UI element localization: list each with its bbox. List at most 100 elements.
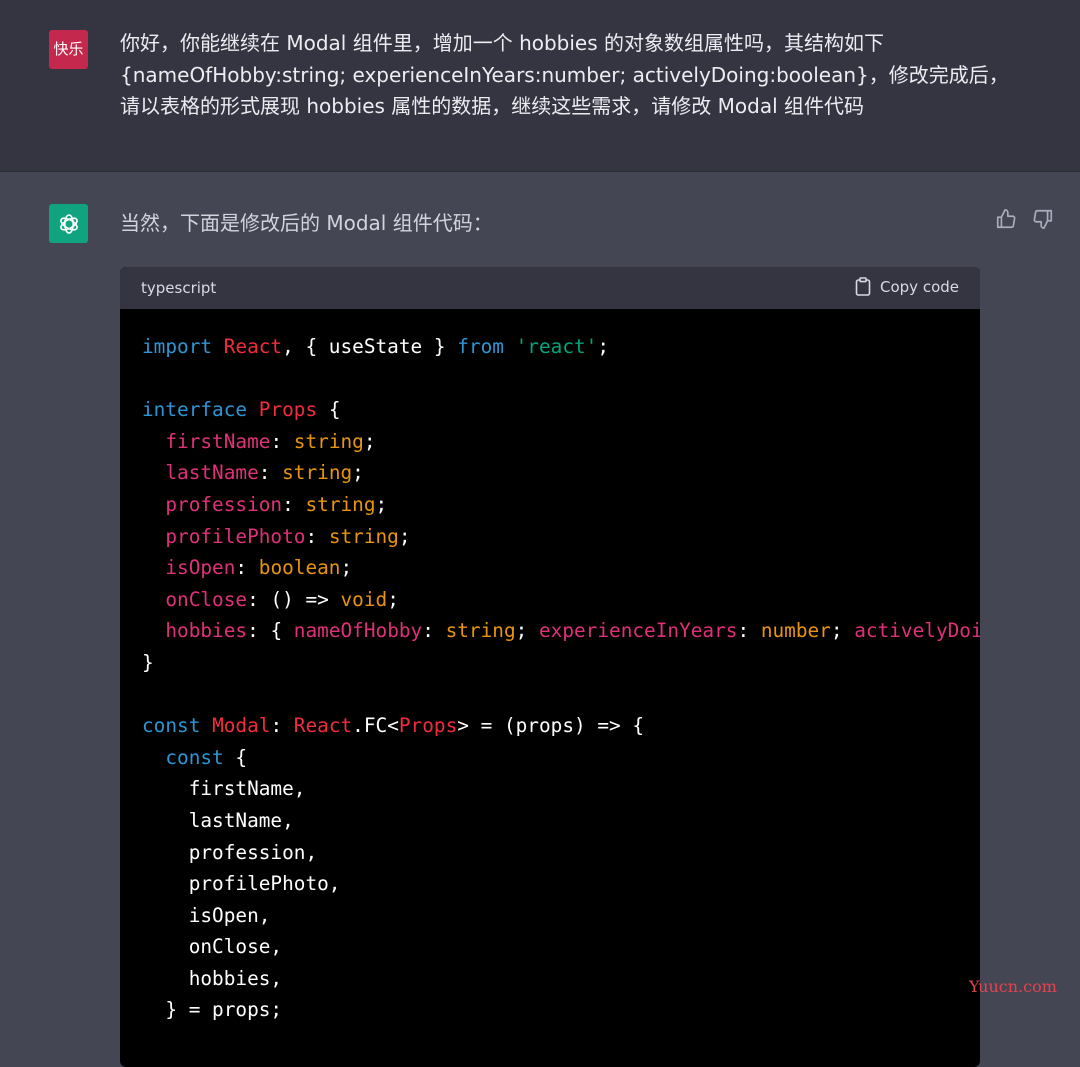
code-line: } = props; [120,994,980,1026]
code-token: interface [142,398,248,422]
code-token: profilePhoto [165,524,306,548]
code-token: : [422,619,446,643]
code-body: import React, { useState } from 'react';… [120,309,980,1067]
user-message-line: 你好，你能继续在 Modal 组件里，增加一个 hobbies 的对象数组属性吗… [120,31,885,55]
code-token: hobbies [165,619,248,643]
code-token: ; [387,587,399,611]
code-line: isOpen: boolean; [120,552,980,584]
code-token: isOpen [165,556,236,580]
assistant-avatar [49,204,88,243]
code-token: activelyDoing [854,619,980,643]
code-token: profilePhoto, [142,872,341,896]
copy-code-label: Copy code [880,277,959,296]
code-token: ; [597,335,610,358]
code-token: : { [247,619,294,643]
code-token: ; [515,619,539,643]
copy-code-button[interactable]: Copy code [855,277,959,296]
code-token: import [142,335,213,358]
code-token: ; [375,492,388,516]
code-line: const Modal: React.FC<Props> = (props) =… [120,710,980,742]
code-line: interface Props { [120,394,980,426]
user-message-line: {nameOfHobby:string; experienceInYears:n… [120,62,1009,87]
code-line: profession, [120,837,980,869]
code-token: from [457,335,504,358]
code-line: } [120,647,980,679]
code-token: profession, [142,840,318,864]
code-token: React [223,335,283,358]
code-token: onClose [165,587,248,611]
code-token: boolean [258,556,341,580]
code-line: hobbies, [120,963,980,995]
clipboard-icon [855,277,871,296]
code-token: string [328,524,399,548]
thumbs-up-icon[interactable] [995,208,1017,230]
code-token: : [235,556,259,580]
code-language-label: typescript [141,279,217,297]
code-token: string [293,429,364,453]
code-token: nameOfHobby [293,619,423,643]
code-token: string [282,461,353,485]
code-line: firstName, [120,773,980,805]
code-token: profession [165,492,283,516]
code-token: ; [340,556,353,580]
code-line: firstName: string; [120,426,980,458]
code-token: experienceInYears [538,619,738,643]
code-token: : [305,524,329,548]
code-header: typescript Copy code [120,267,980,309]
code-token: ; [398,524,411,548]
code-token: firstName, [142,777,306,801]
code-token: hobbies, [142,966,283,990]
code-token: Modal [212,714,271,738]
code-line: profilePhoto: string; [120,521,980,553]
code-line: lastName: string; [120,457,980,489]
user-message-line: 请以表格的形式展现 hobbies 属性的数据，继续这些需求，请修改 Modal… [120,94,865,118]
code-line: lastName, [120,805,980,837]
code-token: lastName, [142,808,294,832]
assistant-message-row: 当然，下面是修改后的 Modal 组件代码： typescript Copy c… [0,172,1080,1067]
user-message: 你好，你能继续在 Modal 组件里，增加一个 hobbies 的对象数组属性吗… [120,28,1020,123]
thumbs-down-icon[interactable] [1032,208,1054,230]
code-token: } [142,650,154,674]
code-token: : [270,714,294,738]
code-token: onClose, [142,935,283,959]
code-token: { [223,745,248,769]
code-token: 'react' [515,335,598,358]
code-line: profilePhoto, [120,868,980,900]
code-token: ; [830,619,855,643]
code-line: import React, { useState } from 'react'; [120,331,980,363]
code-line: profession: string; [120,489,980,521]
assistant-intro-text: 当然，下面是修改后的 Modal 组件代码： [120,211,493,235]
code-token: Props [398,714,458,738]
user-message-row: 快乐 你好，你能继续在 Modal 组件里，增加一个 hobbies 的对象数组… [0,0,1080,172]
code-token: : () => [247,587,341,611]
code-token: : [282,492,306,516]
code-token: const [165,745,224,769]
openai-logo-icon [59,213,78,234]
code-block: typescript Copy code import React, { use… [120,267,980,1067]
code-token: const [142,714,201,738]
code-token: { [317,398,341,422]
code-line: hobbies: { nameOfHobby: string; experien… [120,615,980,647]
code-token: : [270,429,294,453]
code-token: React [293,714,353,738]
code-token: } = props; [142,998,283,1022]
code-token: > = (props) => { [457,714,645,738]
code-line: onClose, [120,931,980,963]
user-avatar: 快乐 [49,30,88,69]
code-token: : [258,461,283,485]
code-token: ; [363,429,376,453]
code-line: onClose: () => void; [120,584,980,616]
